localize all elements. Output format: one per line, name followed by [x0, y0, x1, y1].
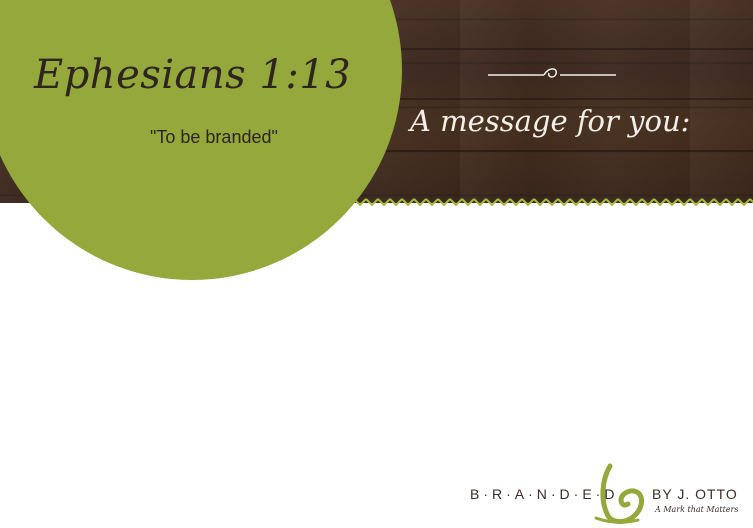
- message-heading: A message for you:: [410, 104, 691, 138]
- chevron-mark: [437, 198, 451, 207]
- chevron-trim: [330, 198, 753, 207]
- chevron-mark: [677, 198, 691, 207]
- chevron-mark: [425, 198, 439, 207]
- chevron-mark: [605, 198, 619, 207]
- chevron-mark: [701, 198, 715, 207]
- chevron-mark: [641, 198, 655, 207]
- chevron-mark: [725, 198, 739, 207]
- chevron-mark: [365, 198, 379, 207]
- chevron-mark: [557, 198, 571, 207]
- chevron-mark: [401, 198, 415, 207]
- brand-logo: B·R·A·N·D·E·D BY J. OTTO A Mark that Mat…: [470, 458, 753, 528]
- chevron-mark: [593, 198, 607, 207]
- chevron-mark: [617, 198, 631, 207]
- chevron-mark: [653, 198, 667, 207]
- brand-name-right: BY J. OTTO: [652, 486, 738, 502]
- chevron-mark: [629, 198, 643, 207]
- chevron-mark: [533, 198, 547, 207]
- chevron-mark: [509, 198, 523, 207]
- chevron-mark: [713, 198, 727, 207]
- chevron-mark: [581, 198, 595, 207]
- chevron-mark: [665, 198, 679, 207]
- chevron-mark: [473, 198, 487, 207]
- card: Ephesians 1:13 "To be branded" A message…: [0, 0, 753, 528]
- chevron-mark: [497, 198, 511, 207]
- brand-tagline: A Mark that Matters: [655, 505, 739, 514]
- flourish-divider-icon: [488, 68, 616, 78]
- chevron-mark: [389, 198, 403, 207]
- page-subtitle: "To be branded": [150, 127, 278, 147]
- chevron-mark: [485, 198, 499, 207]
- page-title: Ephesians 1:13: [34, 52, 352, 98]
- chevron-mark: [413, 198, 427, 207]
- chevron-mark: [449, 198, 463, 207]
- chevron-mark: [545, 198, 559, 207]
- chevron-mark: [737, 198, 751, 207]
- chevron-mark: [377, 198, 391, 207]
- script-b-logo-icon: [594, 463, 644, 525]
- chevron-mark: [521, 198, 535, 207]
- chevron-mark: [569, 198, 583, 207]
- chevron-mark: [689, 198, 703, 207]
- chevron-mark: [461, 198, 475, 207]
